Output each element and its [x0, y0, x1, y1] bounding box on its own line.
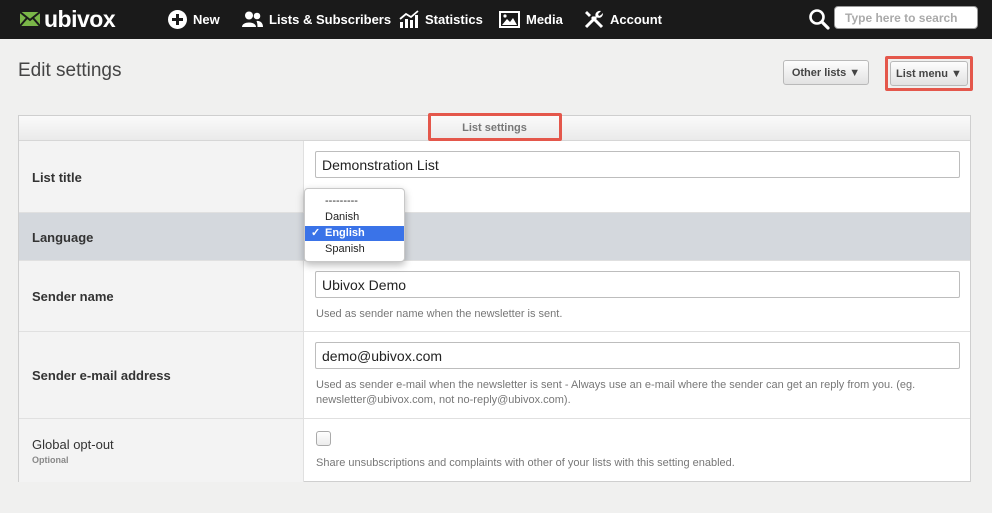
row-language: Language	[19, 213, 970, 261]
sender-name-label: Sender name	[32, 289, 114, 304]
bar-chart-icon	[399, 10, 419, 28]
sender-email-label: Sender e-mail address	[32, 368, 171, 383]
nav-statistics[interactable]: Statistics	[399, 8, 483, 30]
plus-circle-icon	[168, 9, 187, 29]
nav-new[interactable]: New	[168, 8, 220, 30]
checkmark-icon: ✓	[311, 227, 321, 239]
nav-lists-label: Lists & Subscribers	[269, 11, 392, 27]
ubivox-logo[interactable]: ubivox	[20, 5, 116, 32]
list-title-input[interactable]	[315, 151, 960, 178]
language-option-danish[interactable]: Danish	[305, 210, 404, 225]
nav-new-label: New	[193, 11, 220, 27]
row-sender-email: Sender e-mail address Used as sender e-m…	[19, 332, 970, 419]
global-optout-checkbox[interactable]	[316, 431, 331, 446]
language-option-english-label: English	[325, 227, 365, 239]
language-option-spanish[interactable]: Spanish	[305, 242, 404, 257]
language-option-none[interactable]: ---------	[305, 194, 404, 209]
brand-name: ubivox	[44, 5, 116, 32]
nav-statistics-label: Statistics	[425, 11, 483, 27]
image-icon	[499, 10, 520, 28]
sender-name-hint: Used as sender name when the newsletter …	[316, 308, 563, 320]
global-optout-hint: Share unsubscriptions and complaints wit…	[316, 457, 735, 469]
row-global-optout: Global opt-out Optional Share unsubscrip…	[19, 419, 970, 482]
nav-media-label: Media	[526, 11, 563, 27]
nav-lists-subscribers[interactable]: Lists & Subscribers	[242, 8, 391, 30]
language-dropdown[interactable]: --------- Danish ✓ English Spanish	[304, 188, 405, 262]
top-navigation-bar: ubivox New Lists & Subscribers Statistic…	[0, 0, 992, 39]
nav-account[interactable]: Account	[584, 8, 662, 30]
optional-sublabel: Optional	[32, 455, 69, 465]
language-label: Language	[32, 230, 94, 245]
search-input[interactable]	[834, 6, 978, 29]
sender-email-input[interactable]	[315, 342, 960, 369]
sender-name-input[interactable]	[315, 271, 960, 298]
search-icon[interactable]	[808, 8, 830, 30]
panel-header: List settings	[19, 116, 970, 141]
list-menu-button[interactable]: List menu ▼	[890, 61, 968, 86]
row-list-title: List title	[19, 141, 970, 213]
users-icon	[242, 11, 263, 27]
list-title-label: List title	[32, 170, 82, 185]
list-settings-panel: List settings List title Language Sender…	[18, 115, 971, 482]
language-option-english[interactable]: ✓ English	[305, 226, 404, 241]
global-optout-label: Global opt-out	[32, 437, 114, 452]
row-sender-name: Sender name Used as sender name when the…	[19, 261, 970, 332]
nav-media[interactable]: Media	[499, 8, 563, 30]
tools-icon	[584, 10, 604, 29]
page-title: Edit settings	[18, 60, 122, 81]
sender-email-hint-line2: newsletter@ubivox.com, not no-reply@ubiv…	[316, 394, 571, 406]
nav-account-label: Account	[610, 11, 662, 27]
other-lists-button[interactable]: Other lists ▼	[783, 60, 869, 85]
sender-email-hint-line1: Used as sender e-mail when the newslette…	[316, 379, 916, 391]
envelope-logo-icon	[20, 12, 40, 26]
